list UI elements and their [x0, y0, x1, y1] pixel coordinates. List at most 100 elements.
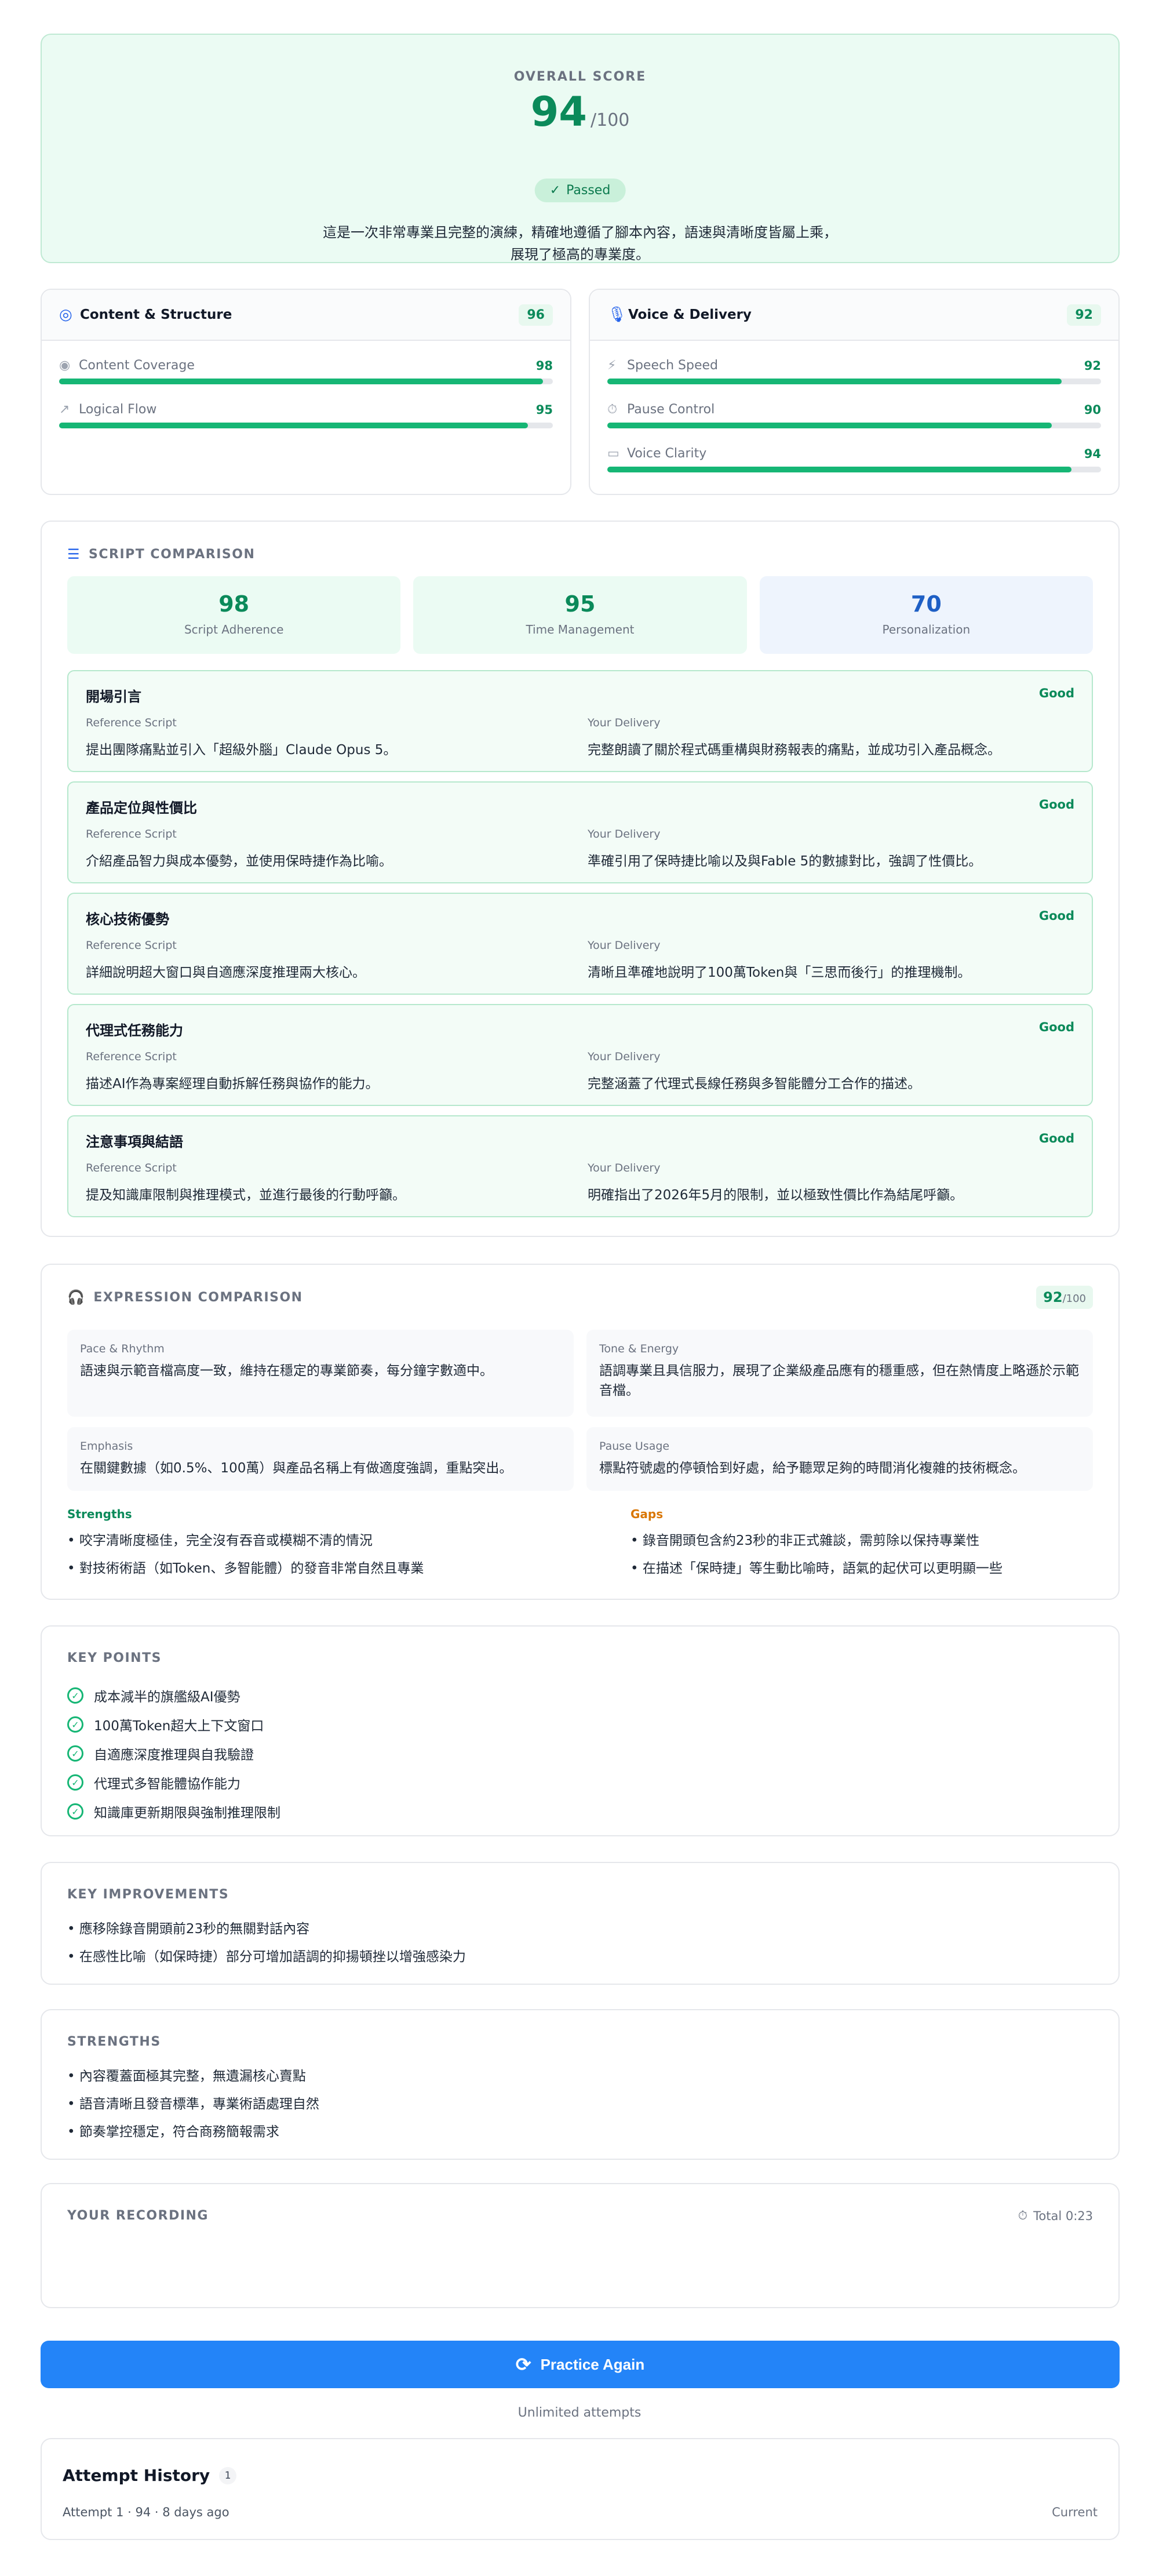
script-comparison-card: ☰ SCRIPT COMPARISON 98 Script Adherence …: [41, 521, 1120, 1237]
box-text: 語調專業且具信服力，展現了企業級產品應有的穩重感，但在熱情度上略遜於示範音檔。: [599, 1363, 1079, 1398]
reference-caption: Reference Script: [86, 1162, 177, 1174]
expression-gaps: Gaps • 錄音開頭包含約23秒的非正式雜談，需剪除以保持專業性 • 在描述「…: [630, 1507, 1129, 1577]
section-rating: Good: [1038, 1131, 1074, 1145]
overall-score-denominator: /100: [591, 110, 630, 130]
reference-text: 描述AI作為專案經理自動拆解任務與協作的能力。: [86, 1076, 379, 1091]
expression-score-denominator: /100: [1062, 1293, 1086, 1305]
attempt-count-badge: 1: [219, 2466, 237, 2484]
expression-score-value: 92: [1043, 1289, 1063, 1305]
gaps-heading: Gaps: [630, 1507, 664, 1521]
metric-bar: [59, 423, 553, 428]
delivery-text: 完整朗讀了關於程式碼重構與財務報表的痛點，並成功引入產品概念。: [588, 743, 1001, 758]
script-section: 開場引言 Good Reference Script 提出團隊痛點並引入「超級外腦…: [67, 670, 1093, 772]
key-point-text: 成本減半的旗艦級AI優勢: [94, 1690, 240, 1705]
delivery-caption: Your Delivery: [588, 828, 661, 841]
tile-label: Script Adherence: [184, 623, 284, 636]
section-rating: Good: [1038, 798, 1074, 812]
key-points-label: KEY POINTS: [67, 1651, 162, 1665]
tile-label: Time Management: [526, 623, 635, 636]
microphone-icon: 🎙: [607, 306, 627, 323]
key-point-text: 100萬Token超大上下文窗口: [94, 1719, 264, 1734]
expression-grid: Pace & Rhythm 語速與示範音檔高度一致，維持在穩定的專業節奏，每分鐘…: [67, 1330, 1093, 1491]
tile-script-adherence: 98 Script Adherence: [67, 576, 401, 654]
metric-bar-fill: [607, 423, 1052, 428]
metric-value: 98: [535, 358, 553, 373]
gap-item: • 在描述「保時捷」等生動比喻時，語氣的起伏可以更明顯一些: [630, 1561, 1003, 1576]
metric-bar-fill: [59, 423, 529, 428]
box-caption: Tone & Energy: [599, 1342, 679, 1355]
reference-caption: Reference Script: [86, 828, 177, 841]
key-improvements-card: KEY IMPROVEMENTS • 應移除錄音開頭前23秒的無關對話內容 • …: [41, 1862, 1120, 1985]
reference-text: 詳細說明超大窗口與自適應深度推理兩大核心。: [86, 965, 366, 980]
key-point-item: ✓ 代理式多智能體協作能力: [67, 1768, 280, 1797]
overall-score-label: OVERALL SCORE: [513, 70, 647, 84]
section-rating: Good: [1038, 1020, 1074, 1034]
strength-item: • 語音清晰且發音標準，專業術語處理自然: [67, 2097, 319, 2112]
unlimited-attempts-text: Unlimited attempts: [517, 2406, 642, 2420]
check-circle-icon: ✓: [67, 1745, 83, 1762]
check-circle-icon: ✓: [67, 1687, 83, 1704]
script-comparison-label: ☰ SCRIPT COMPARISON: [67, 546, 255, 562]
box-caption: Emphasis: [80, 1440, 133, 1453]
section-title: 產品定位與性價比: [86, 800, 197, 816]
voice-delivery-score: 92: [1067, 304, 1101, 326]
content-structure-title: Content & Structure: [80, 307, 232, 322]
metric-name: Content Coverage: [79, 358, 195, 373]
section-title: 代理式任務能力: [86, 1023, 183, 1039]
section-title: 開場引言: [86, 689, 141, 705]
reference-caption: Reference Script: [86, 1050, 177, 1063]
recording-total-text: Total 0:23: [1033, 2208, 1093, 2223]
section-rating: Good: [1038, 909, 1074, 923]
box-text: 語速與示範音檔高度一致，維持在穩定的專業節奏，每分鐘字數適中。: [80, 1363, 493, 1378]
metric-value: 92: [1084, 358, 1101, 373]
key-points-card: KEY POINTS ✓ 成本減半的旗艦級AI優勢 ✓ 100萬Token超大上下文…: [41, 1625, 1120, 1836]
script-section: 代理式任務能力 Good Reference Script 描述AI作為專案經理自…: [67, 1004, 1093, 1106]
delivery-caption: Your Delivery: [588, 939, 661, 952]
expression-box-tone: Tone & Energy 語調專業且具信服力，展現了企業級產品應有的穩重感，但…: [586, 1330, 1093, 1417]
expression-comparison-card: 🎧 EXPRESSION COMPARISON 92/100 Pace & Rh…: [41, 1264, 1120, 1600]
section-rating: Good: [1038, 686, 1074, 700]
metric-name: Logical Flow: [79, 402, 157, 417]
strengths-card: STRENGTHS • 內容覆蓋面極其完整，無遺漏核心賣點 • 語音清晰且發音標…: [41, 2009, 1120, 2160]
metric-name: Voice Clarity: [627, 446, 707, 461]
metric-speech-speed: ⚡ Speech Speed 92: [590, 341, 1118, 385]
passed-badge-label: Passed: [566, 183, 611, 198]
expression-box-pace: Pace & Rhythm 語速與示範音檔高度一致，維持在穩定的專業節奏，每分鐘…: [67, 1330, 574, 1417]
metric-name: Pause Control: [627, 402, 715, 417]
tile-value: 98: [218, 591, 250, 617]
overall-score: 94 /100: [42, 88, 1118, 136]
content-structure-card: ◎ Content & Structure 96 ◉ Content Cover…: [41, 289, 571, 495]
voice-delivery-title: Voice & Delivery: [628, 307, 752, 322]
script-sections: 開場引言 Good Reference Script 提出團隊痛點並引入「超級外腦…: [67, 670, 1093, 1227]
section-title: 注意事項與結語: [86, 1134, 183, 1150]
refresh-icon: ⟳: [515, 2354, 531, 2375]
content-structure-score: 96: [519, 304, 553, 326]
overall-summary: 這是一次非常專業且完整的演練，精確地遵循了腳本內容，語速與清晰度皆屬上乘， 展現…: [216, 221, 945, 265]
script-section: 注意事項與結語 Good Reference Script 提及知識庫限制與推理模…: [67, 1115, 1093, 1217]
script-section: 核心技術優勢 Good Reference Script 詳細說明超大窗口與自適應…: [67, 893, 1093, 995]
target-icon: ◎: [59, 306, 72, 323]
metric-content-coverage: ◉ Content Coverage 98: [42, 341, 570, 385]
recording-total: ⏱ Total 0:23: [1018, 2208, 1093, 2223]
tile-value: 70: [910, 591, 942, 617]
metric-bar: [607, 467, 1101, 472]
metric-name: Speech Speed: [627, 358, 718, 373]
attempt-row[interactable]: Attempt 1 · 94 · 8 days ago Current: [63, 2505, 1098, 2519]
key-point-text: 知識庫更新期限與強制推理限制: [94, 1806, 280, 1821]
timer-icon: ⏱: [1018, 2208, 1028, 2222]
check-circle-icon: ✓: [67, 1774, 83, 1791]
lightning-icon: ⚡: [607, 358, 617, 373]
key-point-item: ✓ 知識庫更新期限與強制推理限制: [67, 1797, 280, 1826]
attempt-summary: Attempt 1 · 94 · 8 days ago: [63, 2505, 229, 2519]
voice-delivery-card: 🎙 Voice & Delivery 92 ⚡ Speech Speed 92 …: [589, 289, 1120, 495]
timer-icon: ⏱: [607, 402, 618, 417]
practice-again-label: Practice Again: [540, 2355, 645, 2373]
script-section: 產品定位與性價比 Good Reference Script 介紹產品智力與成本優…: [67, 781, 1093, 883]
check-icon: ✓: [549, 183, 561, 198]
overall-score-card: OVERALL SCORE 94 /100 ✓ Passed 這是一次非常專業且…: [41, 34, 1120, 263]
key-point-item: ✓ 成本減半的旗艦級AI優勢: [67, 1681, 280, 1710]
check-circle-icon: ✓: [67, 1716, 83, 1733]
practice-again-button[interactable]: ⟳ Practice Again: [41, 2341, 1120, 2388]
reference-caption: Reference Script: [86, 716, 177, 729]
overall-score-value: 94: [530, 88, 588, 136]
